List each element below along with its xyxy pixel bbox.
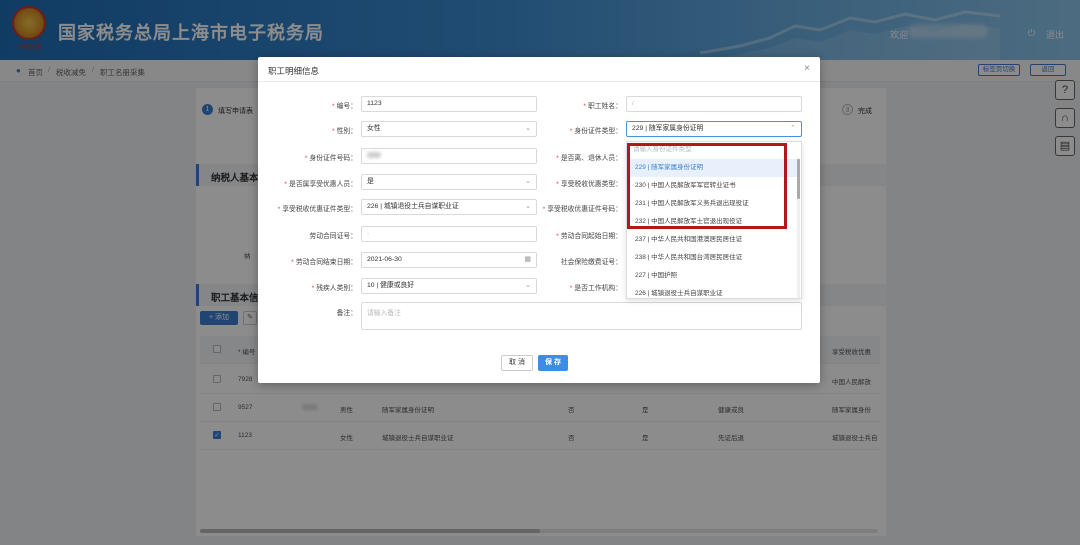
id-type-select[interactable]: 229 | 随军家属身份证明 ⌃: [626, 121, 802, 137]
calendar-icon[interactable]: ▦: [524, 253, 531, 267]
dropdown-option[interactable]: 227 | 中国护照: [627, 267, 797, 285]
dropdown-option[interactable]: 237 | 中华人民共和国港澳居民居住证: [627, 231, 797, 249]
save-button[interactable]: 保 存: [538, 355, 568, 371]
modal-divider: [258, 81, 820, 82]
remark-textarea[interactable]: 请输入备注: [361, 302, 802, 330]
contract-end-date-input[interactable]: 2021-06-30 ▦: [361, 252, 537, 268]
close-icon[interactable]: ×: [804, 63, 810, 74]
gender-label: * 性别：: [331, 128, 357, 135]
id-number-input[interactable]: [361, 148, 537, 164]
modal-title: 职工明细信息: [268, 66, 320, 76]
contract-start-label: * 劳动合同起始日期：: [556, 233, 622, 240]
preferential-label: * 是否属享受优惠人员：: [284, 181, 357, 188]
preferential-select[interactable]: 是 ⌄: [361, 174, 537, 190]
chevron-down-icon: ⌄: [525, 178, 531, 185]
id-number-label: * 身份证件号码：: [304, 155, 357, 162]
chevron-up-icon: ⌃: [790, 125, 796, 132]
disability-label: * 残疾人类别：: [311, 285, 357, 292]
dropdown-option[interactable]: 238 | 中华人民共和国台湾居民居住证: [627, 249, 797, 267]
dropdown-scrollbar-thumb[interactable]: [797, 159, 800, 199]
tax-pref-type-label: * 享受税收优惠类型：: [556, 181, 622, 188]
number-input[interactable]: 1123: [361, 96, 537, 112]
gender-select[interactable]: 女性 ⌄: [361, 121, 537, 137]
pref-doc-type-label: * 享受税收优惠证件类型：: [277, 206, 357, 213]
contract-number-input[interactable]: -: [361, 226, 537, 242]
contract-end-label: * 劳动合同结束日期：: [291, 259, 357, 266]
chevron-down-icon: ⌄: [525, 203, 531, 210]
dropdown-option[interactable]: 226 | 城镇退役士兵自谋职业证: [627, 285, 797, 298]
employee-name-input[interactable]: /: [626, 96, 802, 112]
workplace-label: * 是否工作机构：: [569, 285, 622, 292]
disability-select[interactable]: 10 | 健康或良好 ⌄: [361, 278, 537, 294]
id-number-redacted: [367, 152, 381, 159]
chevron-down-icon: ⌄: [525, 282, 531, 289]
retired-label: * 是否离、退休人员：: [556, 155, 622, 162]
number-label: * 编号：: [331, 103, 357, 110]
contract-number-label: 劳动合同证号：: [309, 233, 357, 240]
employee-name-label: * 职工姓名：: [583, 103, 622, 110]
remark-label: 备注：: [336, 310, 357, 317]
cancel-button[interactable]: 取 消: [501, 355, 533, 371]
chevron-down-icon: ⌄: [525, 125, 531, 132]
pref-doc-number-label: * 享受税收优惠证件号码：: [542, 206, 622, 213]
social-insurance-label: 社会保险缴费证号：: [560, 259, 622, 266]
pref-doc-type-select[interactable]: 226 | 城镇退役士兵自谋职业证 ⌄: [361, 199, 537, 215]
annotation-highlight-box: [627, 143, 787, 229]
id-type-label: * 身份证件类型：: [569, 128, 622, 135]
